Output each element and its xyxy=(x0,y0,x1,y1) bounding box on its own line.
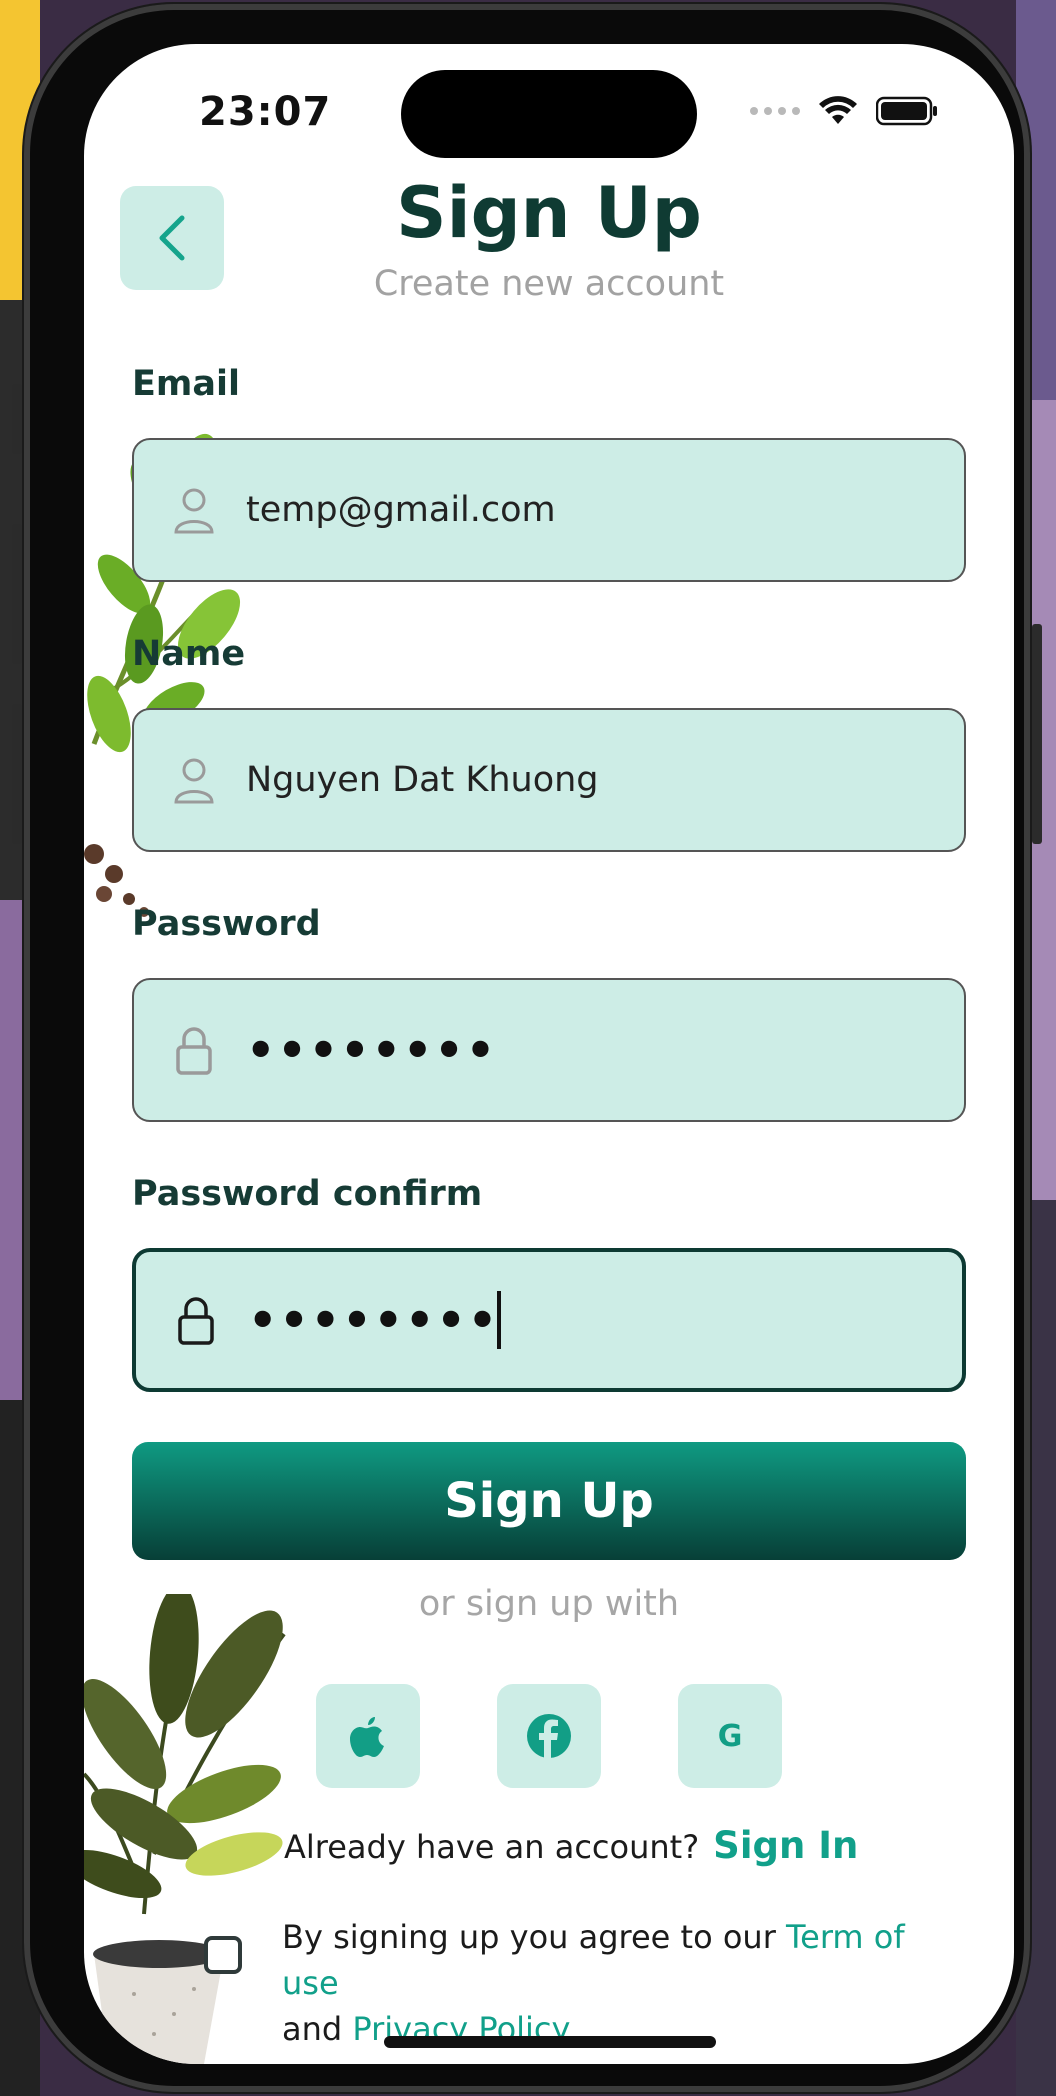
apple-signin-button[interactable] xyxy=(316,1684,420,1788)
battery-icon xyxy=(876,96,937,126)
facebook-signin-button[interactable] xyxy=(497,1684,601,1788)
email-field[interactable]: temp@gmail.com xyxy=(132,438,966,582)
name-label: Name xyxy=(132,634,246,674)
screen: 23:07 Sign Up Create new account Email t… xyxy=(84,44,1014,2064)
page-title: Sign Up xyxy=(396,172,702,254)
password-confirm-field[interactable]: •••••••• xyxy=(132,1248,966,1392)
wifi-icon xyxy=(819,96,857,124)
power-button xyxy=(1032,624,1042,844)
terms-text: By signing up you agree to our Term of u… xyxy=(282,1914,942,2052)
home-indicator[interactable] xyxy=(384,2036,716,2048)
google-signin-button[interactable]: G xyxy=(678,1684,782,1788)
status-time: 23:07 xyxy=(199,89,332,135)
email-value: temp@gmail.com xyxy=(246,490,556,530)
name-value: Nguyen Dat Khuong xyxy=(246,760,599,800)
lock-icon xyxy=(166,1295,226,1345)
volume-up-button xyxy=(12,524,22,664)
apple-icon xyxy=(350,1717,384,1757)
dynamic-island xyxy=(401,70,697,158)
password-value: •••••••• xyxy=(246,1023,498,1077)
facebook-icon xyxy=(527,1714,571,1758)
terms-prefix: By signing up you agree to our xyxy=(282,1918,776,1956)
terms-and: and xyxy=(282,2010,343,2048)
signin-prompt: Already have an account? Sign In xyxy=(284,1824,858,1867)
phone-frame: 23:07 Sign Up Create new account Email t… xyxy=(12,4,1042,2092)
already-text: Already have an account? xyxy=(284,1828,700,1866)
email-label: Email xyxy=(132,364,240,404)
name-field[interactable]: Nguyen Dat Khuong xyxy=(132,708,966,852)
mute-switch xyxy=(12,384,22,454)
or-sign-up-with-text: or sign up with xyxy=(418,1584,680,1624)
lock-icon xyxy=(164,1025,224,1075)
terms-checkbox[interactable] xyxy=(204,1936,242,1974)
password-field[interactable]: •••••••• xyxy=(132,978,966,1122)
password-confirm-label: Password confirm xyxy=(132,1174,483,1214)
google-icon: G xyxy=(717,1718,743,1754)
page-subtitle: Create new account xyxy=(373,264,725,304)
potted-plant-illustration xyxy=(84,1594,286,2064)
password-confirm-value: •••••••• xyxy=(248,1293,500,1347)
signin-link[interactable]: Sign In xyxy=(713,1824,858,1867)
password-label: Password xyxy=(132,904,321,944)
user-icon xyxy=(164,486,224,534)
signup-button[interactable]: Sign Up xyxy=(132,1442,966,1560)
user-icon xyxy=(164,756,224,804)
text-caret xyxy=(497,1291,502,1349)
volume-down-button xyxy=(12,704,22,844)
status-icons xyxy=(750,96,938,126)
signal-icon xyxy=(750,107,800,115)
